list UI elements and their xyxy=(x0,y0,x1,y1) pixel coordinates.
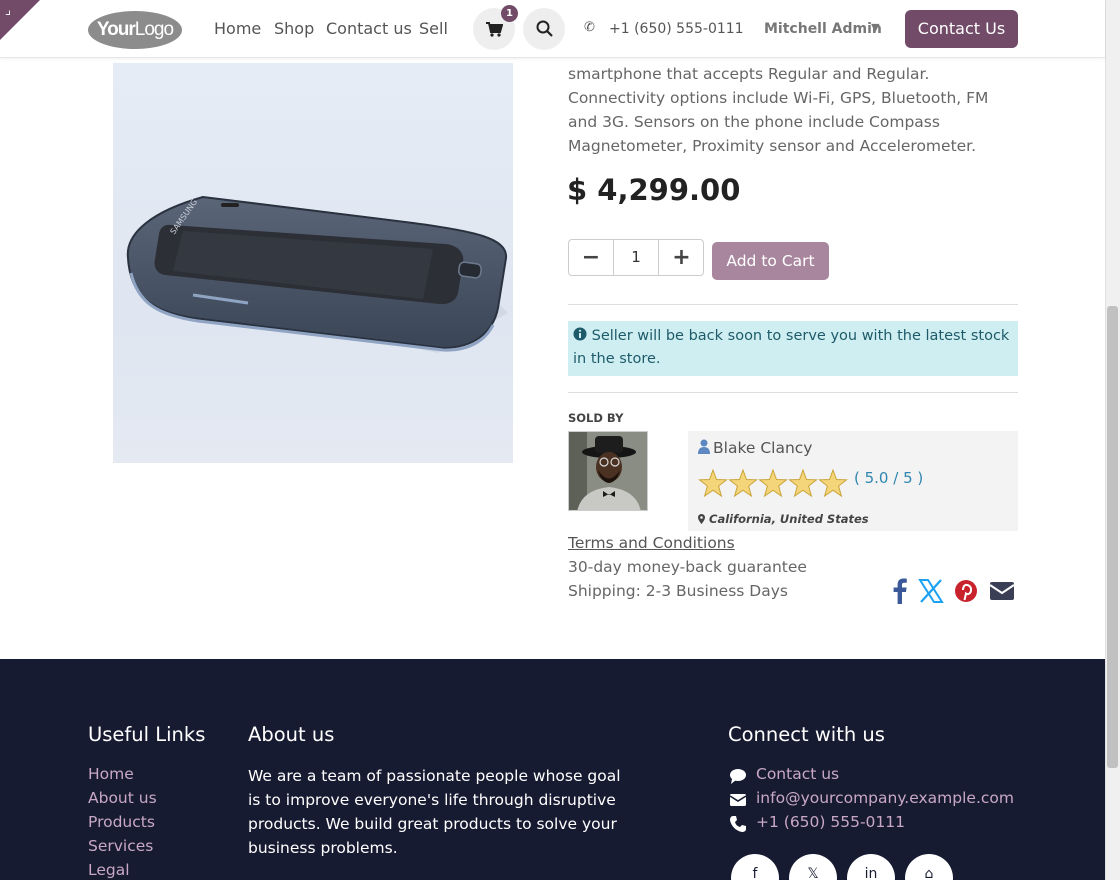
pinterest-icon[interactable] xyxy=(952,577,980,605)
logo[interactable]: YourLogo xyxy=(88,11,182,49)
user-icon xyxy=(698,439,710,454)
search-icon xyxy=(536,20,553,37)
seller-location-text: California, United States xyxy=(709,512,869,526)
star-icon xyxy=(788,469,818,498)
nav-sell[interactable]: Sell xyxy=(419,19,448,38)
sold-by-label: SOLD BY xyxy=(568,411,624,425)
useful-links-heading: Useful Links xyxy=(88,723,206,746)
x-twitter-icon[interactable]: 𝕏 xyxy=(789,854,837,880)
footer-phone-link[interactable]: +1 (650) 555-0111 xyxy=(756,813,905,831)
site-header: YourLogo Home Shop Contact us Sell 1 ✆ +… xyxy=(0,0,1105,58)
comment-icon xyxy=(730,769,746,784)
stock-alert: Seller will be back soon to serve you wi… xyxy=(568,321,1018,376)
phone-icon: ✆ xyxy=(584,20,595,35)
envelope-icon[interactable] xyxy=(988,577,1016,605)
seller-avatar[interactable] xyxy=(568,431,648,511)
facebook-icon[interactable]: f xyxy=(731,854,779,880)
search-button[interactable] xyxy=(523,8,565,50)
x-twitter-icon[interactable] xyxy=(917,577,945,605)
shipping-text: Shipping: 2-3 Business Days xyxy=(568,582,788,600)
scrollbar-thumb[interactable] xyxy=(1107,306,1118,768)
shopping-cart-icon xyxy=(485,22,503,37)
star-icon xyxy=(728,469,758,498)
seller-name-link[interactable]: Blake Clancy xyxy=(713,439,812,457)
plus-icon[interactable]: + xyxy=(658,240,704,275)
home-icon[interactable]: ⌂ xyxy=(905,854,953,880)
quantity-input[interactable]: 1 xyxy=(614,240,658,275)
smartphone-illustration: SAMSUNG xyxy=(126,195,508,353)
footer-link-home[interactable]: Home xyxy=(88,765,134,783)
footer-contact-link[interactable]: Contact us xyxy=(756,765,839,783)
product-image[interactable]: SAMSUNG xyxy=(113,63,513,463)
site-footer: Useful Links About us Connect with us Ho… xyxy=(0,659,1105,880)
star-icon xyxy=(818,469,848,498)
seller-card: Blake Clancy ( 5.0 / 5 ) California, Uni… xyxy=(688,431,1018,531)
about-text: We are a team of passionate people whose… xyxy=(248,767,621,857)
footer-link-about-us[interactable]: About us xyxy=(88,789,157,807)
divider xyxy=(568,304,1018,305)
about-heading: About us xyxy=(248,723,335,746)
cart-count-badge: 1 xyxy=(501,5,518,22)
add-to-cart-button[interactable]: Add to Cart xyxy=(712,242,829,280)
contact-us-button[interactable]: Contact Us xyxy=(905,10,1018,48)
guarantee-text: 30-day money-back guarantee xyxy=(568,558,807,576)
user-menu[interactable]: Mitchell Admin xyxy=(764,21,882,37)
caret-down-icon[interactable]: ▼ xyxy=(871,21,879,34)
header-phone[interactable]: +1 (650) 555-0111 xyxy=(609,21,744,37)
product-price: $ 4,299.00 xyxy=(567,173,741,207)
nav-shop[interactable]: Shop xyxy=(274,19,314,38)
footer-email-link[interactable]: info@yourcompany.example.com xyxy=(756,789,1014,807)
terms-link[interactable]: Terms and Conditions xyxy=(568,534,735,552)
quantity-stepper: − 1 + xyxy=(568,239,704,276)
minus-icon[interactable]: − xyxy=(569,240,614,275)
nav-home[interactable]: Home xyxy=(214,19,261,38)
divider xyxy=(568,392,1018,393)
linkedin-icon[interactable]: in xyxy=(847,854,895,880)
phone-icon xyxy=(730,816,746,832)
facebook-icon[interactable] xyxy=(886,577,914,605)
star-icon xyxy=(758,469,788,498)
footer-link-services[interactable]: Services xyxy=(88,837,153,855)
info-icon xyxy=(573,327,587,341)
rating-value[interactable]: ( 5.0 / 5 ) xyxy=(854,469,923,487)
product-description: smartphone that accepts Regular and Regu… xyxy=(568,65,989,155)
connect-heading: Connect with us xyxy=(728,723,885,746)
footer-link-legal[interactable]: Legal xyxy=(88,861,130,879)
rating-stars xyxy=(698,469,848,498)
corner-arrow-icon[interactable]: ⌟ xyxy=(5,3,11,18)
nav-contact-us[interactable]: Contact us xyxy=(326,19,412,38)
star-icon xyxy=(698,469,728,498)
envelope-icon xyxy=(729,794,747,806)
footer-link-products[interactable]: Products xyxy=(88,813,155,831)
stock-alert-text: Seller will be back soon to serve you wi… xyxy=(573,328,1010,367)
seller-location: California, United States xyxy=(698,512,869,526)
map-marker-icon xyxy=(698,514,705,524)
